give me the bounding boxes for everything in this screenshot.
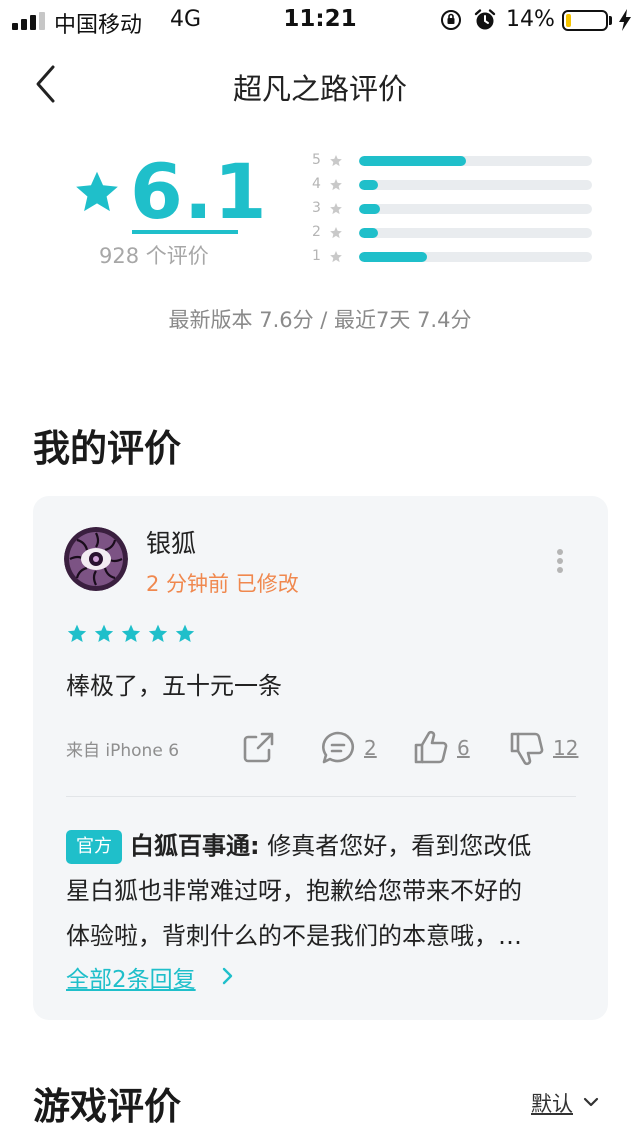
charging-bolt-icon <box>619 9 631 31</box>
rating-bar-2: 2 <box>312 222 602 246</box>
thumb-down-icon <box>510 732 544 766</box>
star-icon <box>148 624 168 642</box>
rating-bar-track <box>359 252 592 262</box>
rating-bar-1: 1 <box>312 246 602 270</box>
rating-bar-5: 5 <box>312 150 602 174</box>
alarm-icon <box>474 9 496 30</box>
section-title-my-review: 我的评价 <box>33 427 181 470</box>
rating-bar-label: 1 <box>312 248 321 264</box>
rating-score: 6.1 <box>130 147 268 236</box>
status-bar: 中国移动 4G 11:21 14% <box>0 0 640 40</box>
rating-bar-label: 2 <box>312 224 321 240</box>
battery-tip <box>609 16 612 25</box>
battery-icon <box>562 10 608 31</box>
page-title: 超凡之路评价 <box>232 72 407 106</box>
star-icon <box>67 624 87 642</box>
official-reply[interactable]: 官方 白狐百事通: 修真者您好，看到您改低 星白狐也非常难过呀，抱歉给您带来不好的… <box>66 824 578 959</box>
rating-bar-3: 3 <box>312 198 602 222</box>
rating-bar-label: 3 <box>312 200 321 216</box>
rating-bar-fill <box>359 228 378 238</box>
dislike-count: 12 <box>553 736 579 760</box>
star-icon <box>330 251 342 263</box>
chevron-right-icon[interactable] <box>221 966 235 986</box>
rating-bar-4: 4 <box>312 174 602 198</box>
rating-count: 928 个评价 <box>99 244 209 268</box>
comment-count: 2 <box>364 736 377 760</box>
more-vertical-icon[interactable] <box>553 548 567 574</box>
avatar[interactable] <box>64 527 128 591</box>
divider <box>66 796 576 797</box>
chevron-down-icon[interactable] <box>583 1096 599 1108</box>
like-button[interactable]: 6 <box>413 730 473 766</box>
rating-bar-track <box>359 156 592 166</box>
rotation-lock-icon <box>441 10 461 30</box>
review-timestamp: 2 分钟前 已修改 <box>146 572 299 596</box>
my-review-card: 银狐 2 分钟前 已修改 棒极了，五十元一条 来自 iPhone 6 2 6 1… <box>33 496 608 1020</box>
version-rating-summary: 最新版本 7.6分 / 最近7天 7.4分 <box>168 308 472 332</box>
thumb-up-icon <box>414 730 448 764</box>
official-badge: 官方 <box>66 830 122 864</box>
star-icon <box>76 171 118 212</box>
rating-bar-fill <box>359 204 380 214</box>
star-icon <box>330 203 342 215</box>
reply-text-line: 体验啦，背刺什么的不是我们的本意哦，… <box>66 922 522 950</box>
reply-text-line: 修真者您好，看到您改低 <box>267 832 532 860</box>
rating-bar-fill <box>359 180 378 190</box>
rating-bar-fill <box>359 252 427 262</box>
review-user-name[interactable]: 银狐 <box>146 524 196 560</box>
star-icon <box>330 155 342 167</box>
star-icon <box>330 227 342 239</box>
reply-author: 白狐百事通: <box>130 832 260 860</box>
rating-bar-track <box>359 228 592 238</box>
section-title-game-reviews: 游戏评价 <box>33 1085 181 1128</box>
star-icon <box>330 179 342 191</box>
star-icon <box>94 624 114 642</box>
star-icon <box>121 624 141 642</box>
all-replies-link[interactable]: 全部2条回复 <box>66 960 196 994</box>
share-icon <box>243 732 274 763</box>
rating-bar-fill <box>359 156 467 166</box>
rating-score-underline <box>132 230 238 234</box>
sort-dropdown[interactable]: 默认 <box>531 1088 573 1118</box>
comment-icon <box>322 731 354 764</box>
comment-button[interactable]: 2 <box>320 730 380 766</box>
dislike-button[interactable]: 12 <box>509 730 579 766</box>
rating-bar-track <box>359 204 592 214</box>
rating-bar-label: 5 <box>312 152 321 168</box>
review-device: 来自 iPhone 6 <box>66 741 180 761</box>
rating-bar-label: 4 <box>312 176 321 192</box>
review-text: 棒极了，五十元一条 <box>66 672 282 700</box>
battery-percentage: 14% <box>506 7 555 32</box>
like-count: 6 <box>457 736 470 760</box>
rating-bar-track <box>359 180 592 190</box>
share-button[interactable] <box>240 730 280 766</box>
reply-text-line: 星白狐也非常难过呀，抱歉给您带来不好的 <box>66 877 522 905</box>
star-icon <box>175 624 195 642</box>
